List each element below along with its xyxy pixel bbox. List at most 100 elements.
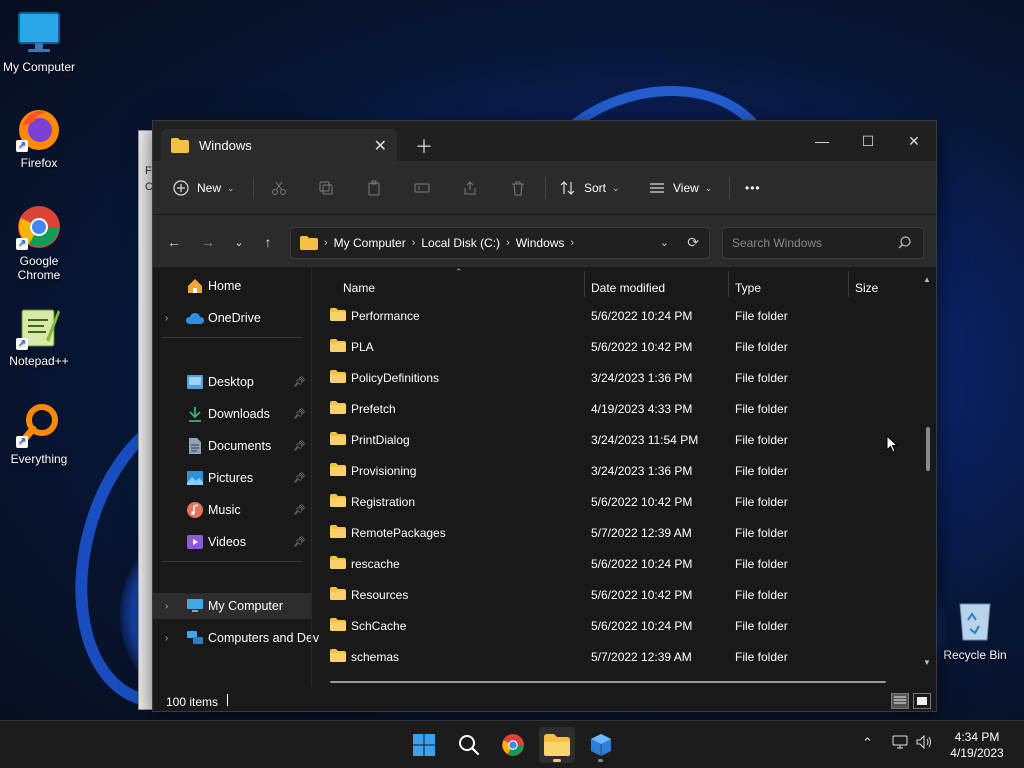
file-row[interactable]: rescache 5/6/2022 10:24 PM File folder [321,548,921,579]
sidebar-item-desktop[interactable]: Desktop 📌︎ [153,369,311,395]
taskbar-file-explorer[interactable] [539,727,575,763]
details-view-toggle[interactable] [891,693,909,709]
refresh-icon[interactable]: ⟳ [687,234,699,251]
sidebar-item-label: Pictures [208,471,254,485]
breadcrumb-local-disk[interactable]: Local Disk (C:) [421,236,500,250]
close-button[interactable]: ✕ [891,127,936,155]
pin-icon[interactable]: 📌︎ [293,473,306,484]
file-row[interactable]: schemas 5/7/2022 12:39 AM File folder [321,641,921,672]
tiles-view-toggle[interactable] [913,693,931,709]
file-row[interactable]: PolicyDefinitions 3/24/2023 1:36 PM File f… [321,362,921,393]
chevron-right-icon[interactable]: › [165,633,168,644]
sidebar-item-music[interactable]: Music 📌︎ [153,497,311,523]
file-row[interactable]: Resources 5/6/2022 10:42 PM File folder [321,579,921,610]
sidebar-item-videos[interactable]: Videos 📌︎ [153,529,311,555]
show-hidden-icons-chevron-icon[interactable]: ⌃ [862,735,873,751]
chevron-right-icon[interactable]: › [165,601,168,612]
breadcrumb-windows[interactable]: Windows [516,236,565,250]
share-icon[interactable] [458,176,482,200]
start-button[interactable] [406,727,442,763]
search-button[interactable] [451,727,487,763]
pin-icon[interactable]: 📌︎ [293,537,306,548]
horizontal-scrollbar-thumb[interactable] [330,681,886,683]
home-icon [186,277,204,295]
more-options-button[interactable]: ••• [737,174,767,202]
sidebar-item-network[interactable]: › Computers and Dev [153,625,319,651]
recent-locations-button[interactable]: ⌄ [228,231,250,253]
view-button[interactable]: View ⌄ [649,174,712,202]
file-row[interactable]: PLA 5/6/2022 10:42 PM File folder [321,331,921,362]
back-button[interactable]: ← [163,231,185,253]
address-dropdown-icon[interactable]: ⌄ [660,236,669,249]
file-row[interactable]: RemotePackages 5/7/2022 12:39 AM File fold… [321,517,921,548]
file-type: File folder [735,433,788,447]
clock-time: 4:34 PM [954,730,1000,744]
column-header-date[interactable]: Date modified [591,281,665,295]
delete-icon[interactable] [506,176,530,200]
desktop-icon-my-computer[interactable]: My Computer [1,10,77,74]
maximize-button[interactable]: ☐ [845,127,891,155]
file-row[interactable]: Prefetch 4/19/2023 4:33 PM File folder [321,393,921,424]
sidebar-item-downloads[interactable]: Downloads 📌︎ [153,401,311,427]
search-box[interactable] [722,227,924,259]
up-button[interactable]: ↑ [257,231,279,253]
running-app-indicator [598,759,603,762]
cut-icon[interactable] [267,176,291,200]
tab-windows[interactable]: Windows ✕ [161,129,397,161]
file-row[interactable]: PrintDialog 3/24/2023 11:54 PM File folder [321,424,921,455]
system-clock[interactable]: 4:34 PM 4/19/2023 [944,729,1010,761]
sidebar-item-documents[interactable]: Documents 📌︎ [153,433,311,459]
breadcrumb-my-computer[interactable]: My Computer [334,236,406,250]
file-row[interactable]: Provisioning 3/24/2023 1:36 PM File folder [321,455,921,486]
desktop-icon-recycle-bin[interactable]: Recycle Bin [937,598,1013,662]
tab-close-icon[interactable]: ✕ [374,136,387,156]
pin-icon[interactable]: 📌︎ [293,409,306,420]
sidebar-item-my-computer[interactable]: › My Computer [153,593,311,619]
sidebar-item-home[interactable]: Home [153,273,311,299]
file-row[interactable]: Performance 5/6/2022 10:24 PM File folder [321,300,921,331]
pane-splitter[interactable] [311,267,312,687]
sidebar-item-pictures[interactable]: Pictures 📌︎ [153,465,311,491]
search-input[interactable] [723,228,883,258]
scroll-down-icon[interactable]: ▼ [923,658,931,667]
minimize-button[interactable]: — [799,127,845,155]
rename-icon[interactable] [410,176,434,200]
sidebar-item-onedrive[interactable]: › OneDrive [153,305,311,331]
new-button[interactable]: New ⌄ [173,174,235,202]
chevron-down-icon: ⌄ [612,182,620,193]
magnifier-icon: ↗ [16,402,62,448]
new-tab-button[interactable]: ＋ [415,133,433,159]
copy-icon[interactable] [314,176,338,200]
pin-icon[interactable]: 📌︎ [293,441,306,452]
network-status-icon[interactable] [892,735,908,752]
file-row[interactable]: Registration 5/6/2022 10:42 PM File folder [321,486,921,517]
sort-button[interactable]: Sort ⌄ [560,174,620,202]
chevron-right-icon[interactable]: › [165,313,168,324]
search-icon[interactable] [898,236,911,252]
column-header-type[interactable]: Type [735,281,761,295]
desktop-icon-notepadpp[interactable]: ↗ Notepad++ [1,304,77,368]
column-divider[interactable] [728,271,729,297]
cloud-icon [186,309,204,327]
vertical-scrollbar-thumb[interactable] [926,427,930,471]
desktop-icon-firefox[interactable]: ↗ Firefox [1,106,77,170]
file-explorer-window[interactable]: Windows ✕ ＋ — ☐ ✕ New ⌄ Sort ⌄ View ⌄ ••… [152,120,937,712]
column-divider[interactable] [584,271,585,297]
taskbar-app[interactable] [583,727,619,763]
title-bar[interactable]: Windows ✕ ＋ — ☐ ✕ [153,121,936,161]
volume-icon[interactable] [916,734,934,752]
column-header-name[interactable]: Name [343,281,375,295]
address-bar[interactable]: › My Computer › Local Disk (C:) › Window… [290,227,710,259]
paste-icon[interactable] [362,176,386,200]
pin-icon[interactable]: 📌︎ [293,505,306,516]
chevron-right-icon: › [324,237,328,249]
column-divider[interactable] [848,271,849,297]
desktop-icon-everything[interactable]: ↗ Everything [1,402,77,466]
taskbar-chrome[interactable] [495,727,531,763]
column-header-size[interactable]: Size [855,281,878,295]
file-row[interactable]: SchCache 5/6/2022 10:24 PM File folder [321,610,921,641]
desktop-icon-chrome[interactable]: ↗ Google Chrome [1,204,77,282]
forward-button[interactable]: → [197,231,219,253]
pin-icon[interactable]: 📌︎ [293,377,306,388]
scroll-up-icon[interactable]: ▲ [923,275,931,284]
